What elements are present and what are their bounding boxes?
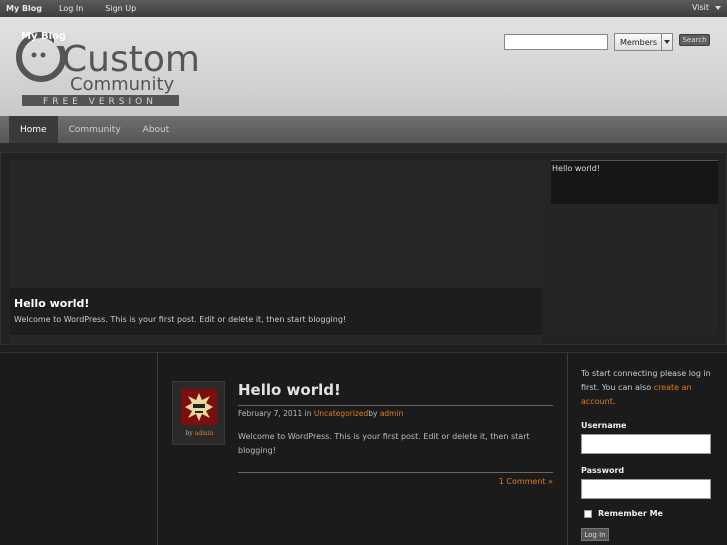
slide-list: Hello world! [542, 160, 718, 335]
slide-caption-excerpt: Welcome to WordPress. This is your first… [14, 315, 347, 324]
post-footer-divider [238, 472, 553, 473]
nav-item-community[interactable]: Community [58, 116, 132, 143]
post-meta: February 7, 2011 in Uncategorizedby admi… [238, 409, 553, 418]
author-by-label: by [185, 430, 193, 437]
search-scope-value: Members [620, 37, 658, 47]
post-body: Welcome to WordPress. This is your first… [238, 432, 530, 455]
post-date: February 7, 2011 [238, 409, 303, 418]
author-link[interactable]: admin [195, 430, 214, 437]
search-input[interactable] [504, 34, 608, 50]
post-title-divider [238, 405, 553, 406]
remember-me-checkbox[interactable] [584, 509, 592, 518]
search-button[interactable]: Search [679, 34, 710, 46]
site-logo[interactable]: Custom Community FREE VERSION My Blog [10, 26, 200, 107]
password-field[interactable] [581, 479, 711, 499]
main-nav: Home Community About [0, 116, 727, 143]
logo-overlay-text: My Blog [21, 31, 67, 42]
slide-list-item[interactable]: Hello world! [551, 160, 718, 204]
logo-badge-text: FREE VERSION [43, 97, 157, 106]
nav-item-about[interactable]: About [132, 116, 181, 143]
post-category-link[interactable]: Uncategorized [314, 409, 368, 418]
login-intro: To start connecting please log in first.… [581, 367, 714, 409]
search-scope-select[interactable]: Members [614, 33, 673, 51]
login-intro-end: . [612, 397, 616, 406]
author-box: by admin [172, 381, 225, 445]
comments-link[interactable]: 1 Comment » [238, 477, 553, 486]
chevron-down-icon [664, 40, 670, 44]
slide-caption: Hello world! Welcome to WordPress. This … [10, 288, 542, 335]
slide-caption-title[interactable]: Hello world! [14, 297, 538, 310]
post-in-label: in [304, 409, 312, 418]
select-arrow [661, 34, 672, 50]
left-sidebar [0, 353, 158, 545]
post-by-label: by [368, 409, 378, 418]
post-title[interactable]: Hello world! [238, 381, 553, 399]
featured-slider: Hello world! Welcome to WordPress. This … [0, 152, 727, 345]
signup-link[interactable]: Sign Up [105, 4, 136, 13]
login-link[interactable]: Log In [59, 4, 83, 13]
username-label: Username [581, 421, 627, 430]
content-area: by admin Hello world! February 7, 2011 i… [0, 352, 727, 545]
remember-me-label: Remember Me [598, 509, 663, 518]
admin-bar: My Blog Log In Sign Up Visit [0, 0, 727, 17]
right-sidebar: To start connecting please log in first.… [567, 353, 727, 545]
slide-main[interactable]: Hello world! Welcome to WordPress. This … [10, 160, 542, 345]
nav-item-home[interactable]: Home [9, 116, 58, 143]
avatar-icon [185, 393, 213, 421]
admin-bar-site-name[interactable]: My Blog [6, 4, 42, 13]
visit-label: Visit [691, 3, 709, 12]
login-button[interactable]: Log In [581, 528, 609, 541]
post: Hello world! February 7, 2011 in Uncateg… [238, 381, 553, 486]
username-field[interactable] [581, 434, 711, 454]
author-byline: by admin [173, 430, 226, 437]
remember-me: Remember Me [581, 509, 714, 518]
nav-divider [0, 143, 727, 152]
post-author-link[interactable]: admin [380, 409, 404, 418]
logo-community-text: Community [70, 74, 175, 95]
chevron-down-icon [715, 5, 721, 10]
password-label: Password [581, 466, 625, 475]
site-header: Custom Community FREE VERSION My Blog Me… [0, 17, 727, 116]
visit-menu[interactable]: Visit [692, 3, 721, 12]
avatar[interactable] [181, 389, 217, 425]
